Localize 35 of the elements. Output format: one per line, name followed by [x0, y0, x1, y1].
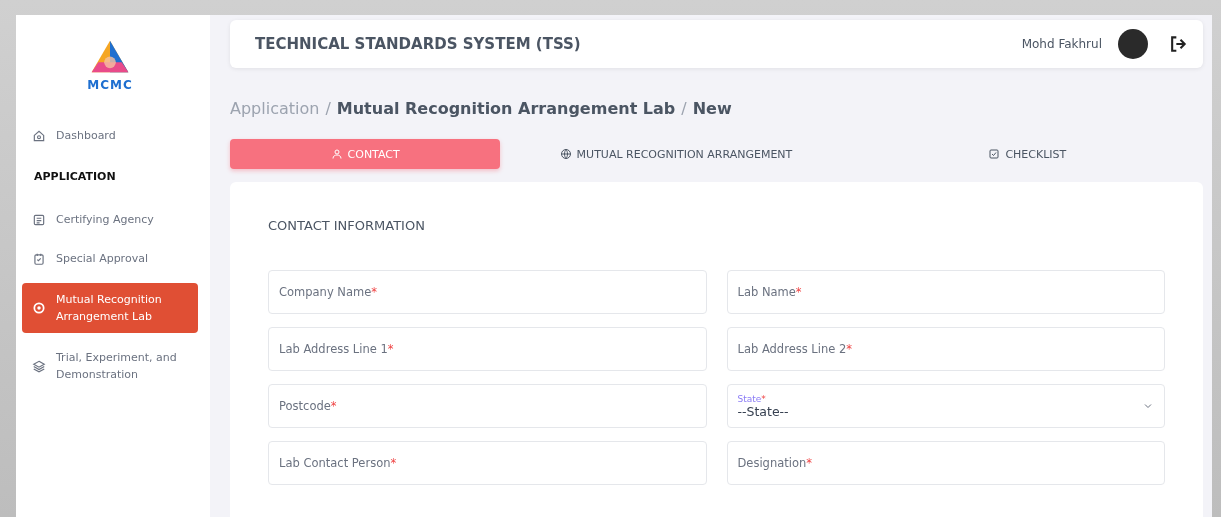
input-field[interactable]: Lab Address Line 2*: [726, 327, 1165, 371]
input-field[interactable]: Designation*: [726, 441, 1165, 485]
lifebuoy-icon: [32, 301, 46, 315]
layers-icon: [32, 359, 46, 373]
app-title: TECHNICAL STANDARDS SYSTEM (TSS): [255, 35, 582, 53]
tab[interactable]: CHECKLIST: [851, 139, 1203, 169]
sidebar-item[interactable]: Mutual Recognition Arrangement Lab: [22, 283, 198, 333]
logo-text: MCMC: [87, 79, 133, 91]
input-field[interactable]: Company Name*: [268, 270, 707, 314]
avatar[interactable]: [1118, 29, 1148, 59]
breadcrumb-separator: /: [325, 99, 331, 118]
input-field[interactable]: Lab Address Line 1*: [268, 327, 707, 371]
select-field[interactable]: State* --State--: [726, 384, 1165, 428]
sidebar-item[interactable]: Dashboard: [22, 121, 198, 150]
section-title: CONTACT INFORMATION: [268, 218, 426, 233]
input-field[interactable]: Lab Name*: [726, 270, 1165, 314]
clipboard-check-icon: [32, 251, 46, 266]
breadcrumb-item: Mutual Recognition Arrangement Lab: [336, 99, 676, 118]
tab[interactable]: MUTUAL RECOGNITION ARRANGEMENT: [500, 139, 852, 169]
breadcrumb-separator: /: [681, 99, 687, 118]
input-field[interactable]: Lab Contact Person*: [268, 441, 707, 485]
tab[interactable]: CONTACT: [230, 139, 501, 169]
sidebar-item[interactable]: Special Approval: [22, 244, 198, 273]
checkbox-icon: [988, 148, 1001, 160]
user-icon: [330, 148, 343, 160]
globe-icon: [559, 148, 572, 160]
sidebar-item[interactable]: Trial, Experiment, and Demonstration: [22, 343, 198, 389]
home-icon: [32, 128, 46, 143]
document-icon: [32, 212, 46, 227]
input-field[interactable]: Postcode*: [268, 384, 707, 428]
logout-icon[interactable]: [1168, 34, 1188, 54]
user-name: Mohd Fakhrul: [1021, 37, 1102, 51]
section-heading: APPLICATION: [33, 169, 117, 185]
sidebar-item[interactable]: Certifying Agency: [22, 205, 198, 234]
breadcrumb-item: New: [692, 99, 732, 118]
